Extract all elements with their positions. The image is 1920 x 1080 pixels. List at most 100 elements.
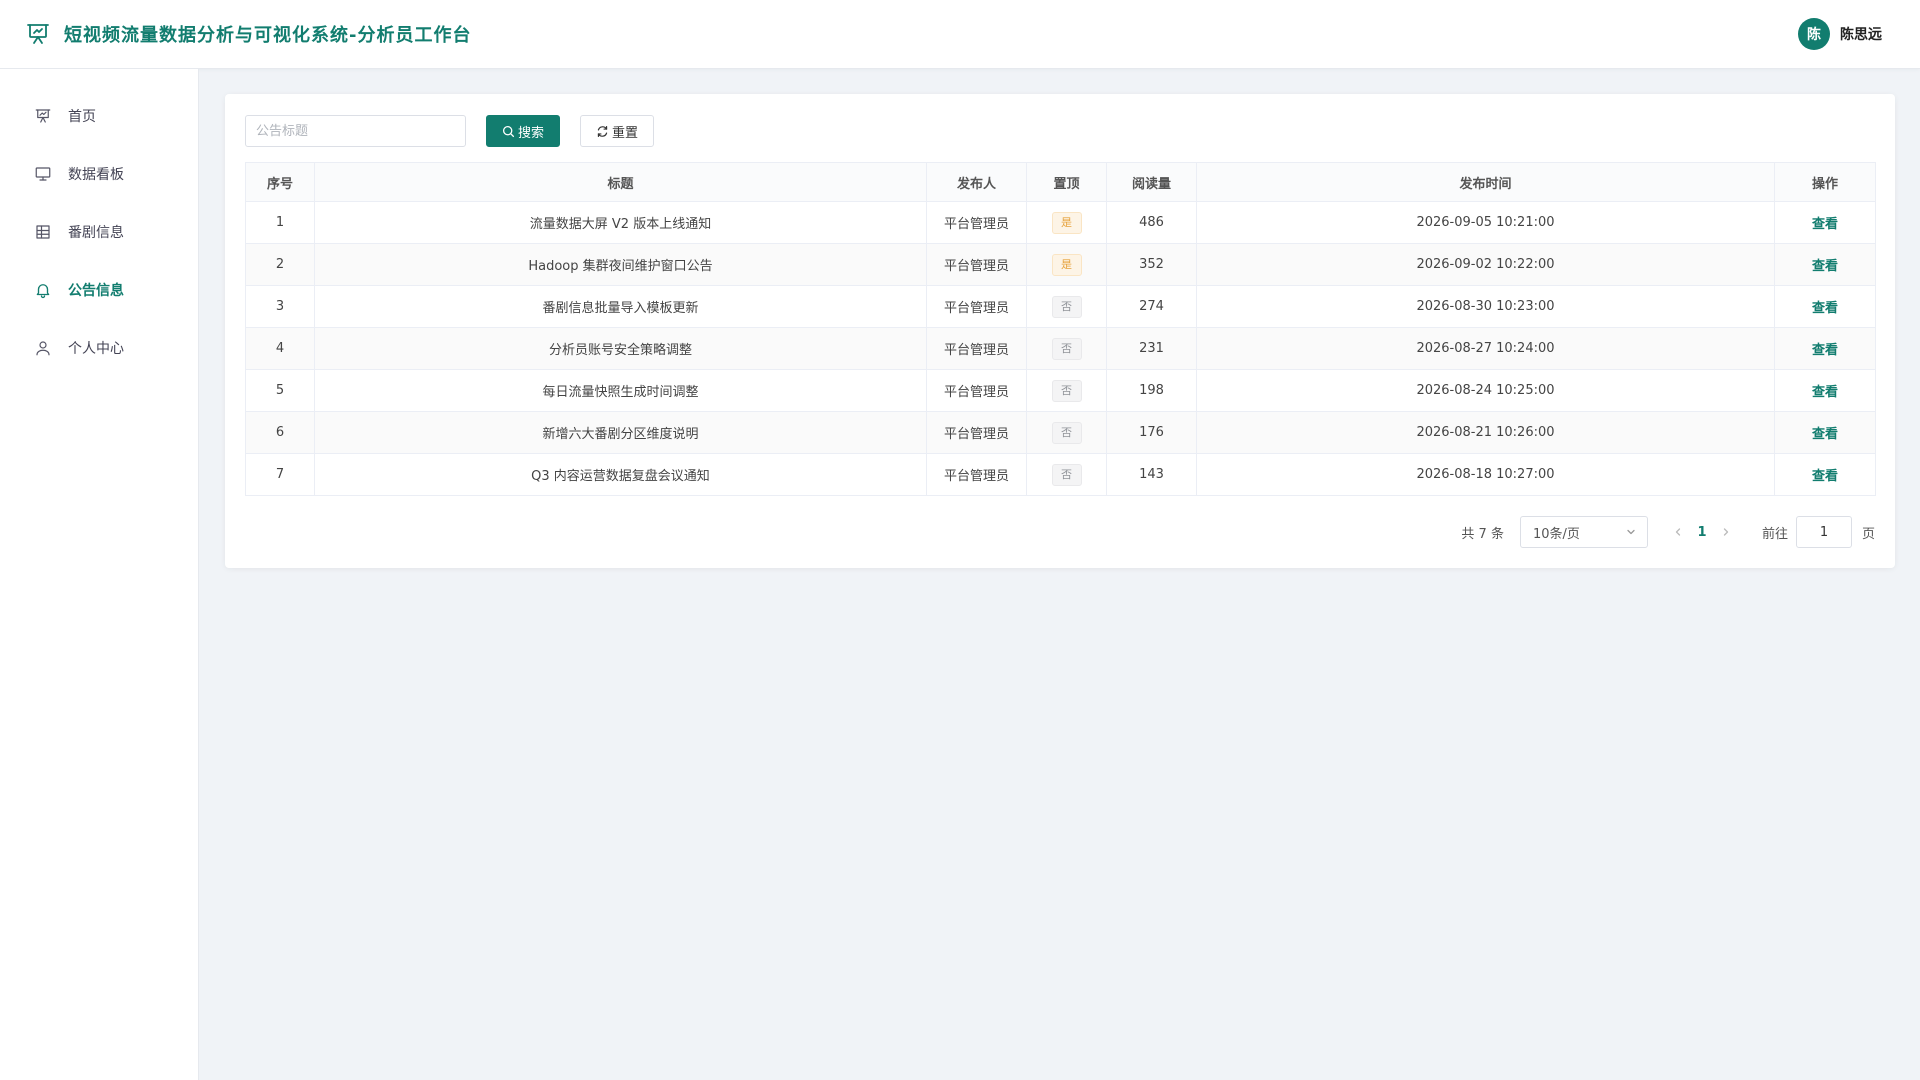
- view-link[interactable]: 查看: [1812, 301, 1838, 316]
- cell-pinned: 否: [1026, 327, 1107, 370]
- chevron-right-icon: [1723, 528, 1729, 536]
- sidebar-item-label: 番剧信息: [68, 225, 124, 241]
- page-size-select[interactable]: 10条/页: [1519, 516, 1648, 548]
- chevron-down-icon: [1627, 529, 1635, 535]
- presentation-chart-icon: [27, 24, 49, 44]
- refresh-icon: [597, 125, 608, 137]
- sidebar-item-label: 个人中心: [68, 341, 124, 357]
- cell-title: 流量数据大屏 V2 版本上线通知: [314, 201, 927, 244]
- table-row[interactable]: 1 流量数据大屏 V2 版本上线通知 平台管理员 是 486 2026-09-0…: [245, 201, 1876, 244]
- cell-index: 1: [245, 201, 315, 244]
- pinned-tag: 否: [1051, 379, 1082, 402]
- table-row[interactable]: 5 每日流量快照生成时间调整 平台管理员 否 198 2026-08-24 10…: [245, 369, 1876, 412]
- cell-title: 番剧信息批量导入模板更新: [314, 285, 927, 328]
- view-link[interactable]: 查看: [1812, 217, 1838, 232]
- pinned-tag: 否: [1051, 337, 1082, 360]
- table-row[interactable]: 7 Q3 内容运营数据复盘会议通知 平台管理员 否 143 2026-08-18…: [245, 453, 1876, 496]
- table-row[interactable]: 4 分析员账号安全策略调整 平台管理员 否 231 2026-08-27 10:…: [245, 327, 1876, 370]
- cell-pinned: 是: [1026, 243, 1107, 286]
- goto-suffix: 页: [1861, 526, 1875, 542]
- page-number-current[interactable]: 1: [1686, 525, 1718, 540]
- column-header-views[interactable]: 阅读量: [1106, 162, 1197, 202]
- cell-publisher: 平台管理员: [926, 369, 1027, 412]
- table-row[interactable]: 3 番剧信息批量导入模板更新 平台管理员 否 274 2026-08-30 10…: [245, 285, 1876, 328]
- view-link[interactable]: 查看: [1812, 343, 1838, 358]
- sidebar-item-dashboard[interactable]: 数据看板: [0, 154, 199, 194]
- cell-time: 2026-08-18 10:27:00: [1196, 453, 1775, 496]
- table-row[interactable]: 2 Hadoop 集群夜间维护窗口公告 平台管理员 是 352 2026-09-…: [245, 243, 1876, 286]
- reset-button-label: 重置: [611, 125, 638, 141]
- sidebar-item-label: 首页: [68, 109, 96, 125]
- cell-title: Q3 内容运营数据复盘会议通知: [314, 453, 927, 496]
- table-header-row: 序号 标题 发布人 置顶 阅读量 发布时间 操作: [245, 162, 1876, 202]
- search-input[interactable]: [245, 115, 466, 147]
- pinned-tag: 否: [1051, 295, 1082, 318]
- user-icon: [36, 341, 50, 356]
- cell-pinned: 否: [1026, 369, 1107, 412]
- prev-page-button[interactable]: [1670, 524, 1686, 540]
- search-icon: [502, 125, 515, 137]
- cell-index: 3: [245, 285, 315, 328]
- view-link[interactable]: 查看: [1812, 469, 1838, 484]
- user-menu[interactable]: 陈 陈思远: [1798, 18, 1882, 50]
- cell-time: 2026-09-02 10:22:00: [1196, 243, 1775, 286]
- cell-time: 2026-08-30 10:23:00: [1196, 285, 1775, 328]
- search-button[interactable]: 搜索: [486, 115, 560, 147]
- presentation-icon: [35, 109, 51, 123]
- cell-title: 新增六大番剧分区维度说明: [314, 411, 927, 454]
- sidebar-item-label: 数据看板: [68, 167, 124, 183]
- cell-pinned: 是: [1026, 201, 1107, 244]
- user-name[interactable]: 陈思远: [1840, 24, 1882, 44]
- cell-index: 4: [245, 327, 315, 370]
- reset-button[interactable]: 重置: [580, 115, 654, 147]
- goto-page-input[interactable]: [1795, 516, 1852, 548]
- monitor-icon: [35, 167, 51, 181]
- view-link[interactable]: 查看: [1812, 385, 1838, 400]
- cell-publisher: 平台管理员: [926, 411, 1027, 454]
- column-header-title[interactable]: 标题: [314, 162, 927, 202]
- cell-action: 查看: [1774, 285, 1876, 328]
- view-link[interactable]: 查看: [1812, 427, 1838, 442]
- search-button-label: 搜索: [517, 125, 544, 141]
- brand: 短视频流量数据分析与可视化系统-分析员工作台: [26, 21, 471, 47]
- sidebar-item-home[interactable]: 首页: [0, 96, 199, 136]
- top-header: 短视频流量数据分析与可视化系统-分析员工作台 陈 陈思远: [0, 0, 1920, 69]
- cell-time: 2026-09-05 10:21:00: [1196, 201, 1775, 244]
- pinned-tag: 否: [1051, 421, 1082, 444]
- cell-action: 查看: [1774, 411, 1876, 454]
- cell-views: 198: [1106, 369, 1197, 412]
- avatar[interactable]: 陈: [1798, 18, 1830, 50]
- pinned-tag: 否: [1051, 463, 1082, 486]
- pagination-total: 共 7 条: [1461, 526, 1504, 542]
- cell-index: 6: [245, 411, 315, 454]
- column-header-index[interactable]: 序号: [245, 162, 315, 202]
- sidebar-item-profile[interactable]: 个人中心: [0, 328, 199, 368]
- sidebar-item-announcements[interactable]: 公告信息: [0, 270, 199, 310]
- sidebar-item-anime-info[interactable]: 番剧信息: [0, 212, 199, 252]
- column-header-action[interactable]: 操作: [1774, 162, 1876, 202]
- cell-pinned: 否: [1026, 453, 1107, 496]
- cell-action: 查看: [1774, 327, 1876, 370]
- cell-time: 2026-08-21 10:26:00: [1196, 411, 1775, 454]
- cell-action: 查看: [1774, 453, 1876, 496]
- table-row[interactable]: 6 新增六大番剧分区维度说明 平台管理员 否 176 2026-08-21 10…: [245, 411, 1876, 454]
- search-toolbar: 搜索 重置: [245, 115, 654, 147]
- pinned-tag: 是: [1051, 253, 1082, 276]
- column-header-publisher[interactable]: 发布人: [926, 162, 1027, 202]
- next-page-button[interactable]: [1718, 524, 1734, 540]
- grid-icon: [36, 225, 50, 239]
- cell-index: 7: [245, 453, 315, 496]
- cell-publisher: 平台管理员: [926, 453, 1027, 496]
- cell-action: 查看: [1774, 243, 1876, 286]
- column-header-pinned[interactable]: 置顶: [1026, 162, 1107, 202]
- announcement-card: 搜索 重置 序号 标题 发布人 置顶 阅读量 发布时间 操作 1: [225, 94, 1895, 568]
- cell-pinned: 否: [1026, 285, 1107, 328]
- sidebar-item-label: 公告信息: [68, 283, 124, 299]
- cell-publisher: 平台管理员: [926, 201, 1027, 244]
- column-header-time[interactable]: 发布时间: [1196, 162, 1775, 202]
- cell-title: Hadoop 集群夜间维护窗口公告: [314, 243, 927, 286]
- app-title: 短视频流量数据分析与可视化系统-分析员工作台: [64, 25, 472, 46]
- view-link[interactable]: 查看: [1812, 259, 1838, 274]
- cell-publisher: 平台管理员: [926, 285, 1027, 328]
- cell-publisher: 平台管理员: [926, 327, 1027, 370]
